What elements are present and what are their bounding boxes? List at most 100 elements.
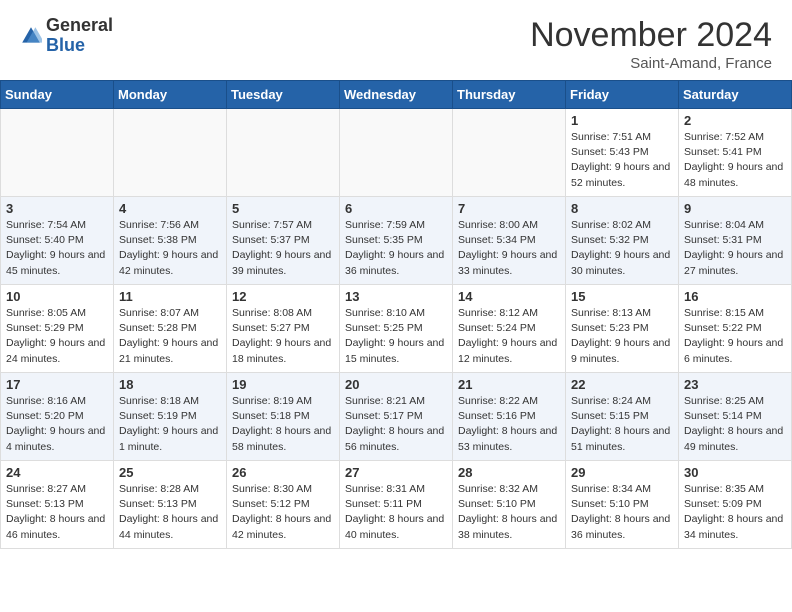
location-subtitle: Saint-Amand, France — [530, 55, 772, 72]
day-info: Sunrise: 8:21 AMSunset: 5:17 PMDaylight:… — [345, 394, 447, 455]
day-number: 28 — [458, 465, 560, 480]
day-number: 21 — [458, 377, 560, 392]
table-row: 22 Sunrise: 8:24 AMSunset: 5:15 PMDayligh… — [566, 373, 679, 461]
table-row: 10 Sunrise: 8:05 AMSunset: 5:29 PMDayligh… — [1, 285, 114, 373]
day-number: 16 — [684, 289, 786, 304]
day-number: 10 — [6, 289, 108, 304]
day-number: 3 — [6, 201, 108, 216]
table-row: 30 Sunrise: 8:35 AMSunset: 5:09 PMDayligh… — [679, 461, 792, 549]
day-info: Sunrise: 8:27 AMSunset: 5:13 PMDaylight:… — [6, 482, 108, 543]
calendar-week-row: 1 Sunrise: 7:51 AMSunset: 5:43 PMDaylight… — [1, 109, 792, 197]
day-number: 22 — [571, 377, 673, 392]
header-monday: Monday — [114, 81, 227, 109]
table-row: 8Sunrise: 8:02 AMSunset: 5:32 PMDaylight… — [566, 197, 679, 285]
table-row: 29Sunrise: 8:34 AMSunset: 5:10 PMDayligh… — [566, 461, 679, 549]
table-row: 1 Sunrise: 7:51 AMSunset: 5:43 PMDaylight… — [566, 109, 679, 197]
table-row: 25Sunrise: 8:28 AMSunset: 5:13 PMDayligh… — [114, 461, 227, 549]
logo-general-text: General — [46, 15, 113, 35]
logo: General Blue — [20, 16, 113, 56]
day-info: Sunrise: 8:30 AMSunset: 5:12 PMDaylight:… — [232, 482, 334, 543]
day-info: Sunrise: 8:00 AMSunset: 5:34 PMDaylight:… — [458, 218, 560, 279]
day-number: 25 — [119, 465, 221, 480]
table-row — [227, 109, 340, 197]
day-info: Sunrise: 8:13 AMSunset: 5:23 PMDaylight:… — [571, 306, 673, 367]
day-number: 15 — [571, 289, 673, 304]
month-title: November 2024 — [530, 16, 772, 55]
day-number: 13 — [345, 289, 447, 304]
calendar-week-row: 24 Sunrise: 8:27 AMSunset: 5:13 PMDayligh… — [1, 461, 792, 549]
day-info: Sunrise: 8:32 AMSunset: 5:10 PMDaylight:… — [458, 482, 560, 543]
day-info: Sunrise: 8:31 AMSunset: 5:11 PMDaylight:… — [345, 482, 447, 543]
day-info: Sunrise: 7:52 AMSunset: 5:41 PMDaylight:… — [684, 130, 786, 191]
day-info: Sunrise: 8:15 AMSunset: 5:22 PMDaylight:… — [684, 306, 786, 367]
table-row — [114, 109, 227, 197]
day-number: 14 — [458, 289, 560, 304]
table-row: 17Sunrise: 8:16 AMSunset: 5:20 PMDayligh… — [1, 373, 114, 461]
table-row: 18 Sunrise: 8:18 AMSunset: 5:19 PMDayligh… — [114, 373, 227, 461]
table-row: 2 Sunrise: 7:52 AMSunset: 5:41 PMDaylight… — [679, 109, 792, 197]
table-row: 28 Sunrise: 8:32 AMSunset: 5:10 PMDayligh… — [453, 461, 566, 549]
table-row — [340, 109, 453, 197]
day-number: 17 — [6, 377, 108, 392]
day-number: 27 — [345, 465, 447, 480]
header-wednesday: Wednesday — [340, 81, 453, 109]
day-info: Sunrise: 8:34 AMSunset: 5:10 PMDaylight:… — [571, 482, 673, 543]
day-info: Sunrise: 8:22 AMSunset: 5:16 PMDaylight:… — [458, 394, 560, 455]
header-tuesday: Tuesday — [227, 81, 340, 109]
day-info: Sunrise: 8:10 AMSunset: 5:25 PMDaylight:… — [345, 306, 447, 367]
day-info: Sunrise: 8:25 AMSunset: 5:14 PMDaylight:… — [684, 394, 786, 455]
title-section: November 2024 Saint-Amand, France — [530, 16, 772, 72]
header-friday: Friday — [566, 81, 679, 109]
header-thursday: Thursday — [453, 81, 566, 109]
day-info: Sunrise: 7:51 AMSunset: 5:43 PMDaylight:… — [571, 130, 673, 191]
table-row: 21 Sunrise: 8:22 AMSunset: 5:16 PMDayligh… — [453, 373, 566, 461]
day-number: 2 — [684, 113, 786, 128]
header-saturday: Saturday — [679, 81, 792, 109]
table-row: 5 Sunrise: 7:57 AMSunset: 5:37 PMDaylight… — [227, 197, 340, 285]
table-row: 19Sunrise: 8:19 AMSunset: 5:18 PMDayligh… — [227, 373, 340, 461]
table-row: 16 Sunrise: 8:15 AMSunset: 5:22 PMDayligh… — [679, 285, 792, 373]
day-number: 12 — [232, 289, 334, 304]
table-row: 3Sunrise: 7:54 AMSunset: 5:40 PMDaylight… — [1, 197, 114, 285]
table-row: 27 Sunrise: 8:31 AMSunset: 5:11 PMDayligh… — [340, 461, 453, 549]
logo-blue-text: Blue — [46, 35, 85, 55]
table-row: 4Sunrise: 7:56 AMSunset: 5:38 PMDaylight… — [114, 197, 227, 285]
day-info: Sunrise: 8:35 AMSunset: 5:09 PMDaylight:… — [684, 482, 786, 543]
day-info: Sunrise: 8:12 AMSunset: 5:24 PMDaylight:… — [458, 306, 560, 367]
table-row — [1, 109, 114, 197]
day-number: 5 — [232, 201, 334, 216]
day-number: 11 — [119, 289, 221, 304]
day-info: Sunrise: 8:24 AMSunset: 5:15 PMDaylight:… — [571, 394, 673, 455]
table-row: 6 Sunrise: 7:59 AMSunset: 5:35 PMDaylight… — [340, 197, 453, 285]
day-number: 7 — [458, 201, 560, 216]
day-info: Sunrise: 8:02 AMSunset: 5:32 PMDaylight:… — [571, 218, 673, 279]
day-number: 1 — [571, 113, 673, 128]
day-info: Sunrise: 8:18 AMSunset: 5:19 PMDaylight:… — [119, 394, 221, 455]
calendar-header-row: Sunday Monday Tuesday Wednesday Thursday… — [1, 81, 792, 109]
day-number: 4 — [119, 201, 221, 216]
table-row: 12 Sunrise: 8:08 AMSunset: 5:27 PMDayligh… — [227, 285, 340, 373]
day-number: 6 — [345, 201, 447, 216]
table-row: 26 Sunrise: 8:30 AMSunset: 5:12 PMDayligh… — [227, 461, 340, 549]
calendar-week-row: 17Sunrise: 8:16 AMSunset: 5:20 PMDayligh… — [1, 373, 792, 461]
day-info: Sunrise: 8:08 AMSunset: 5:27 PMDaylight:… — [232, 306, 334, 367]
day-number: 26 — [232, 465, 334, 480]
page-header: General Blue November 2024 Saint-Amand, … — [0, 0, 792, 80]
day-info: Sunrise: 8:07 AMSunset: 5:28 PMDaylight:… — [119, 306, 221, 367]
day-info: Sunrise: 8:04 AMSunset: 5:31 PMDaylight:… — [684, 218, 786, 279]
day-number: 9 — [684, 201, 786, 216]
table-row: 9 Sunrise: 8:04 AMSunset: 5:31 PMDaylight… — [679, 197, 792, 285]
day-info: Sunrise: 7:57 AMSunset: 5:37 PMDaylight:… — [232, 218, 334, 279]
day-number: 18 — [119, 377, 221, 392]
day-number: 23 — [684, 377, 786, 392]
day-info: Sunrise: 8:05 AMSunset: 5:29 PMDaylight:… — [6, 306, 108, 367]
calendar-week-row: 10 Sunrise: 8:05 AMSunset: 5:29 PMDayligh… — [1, 285, 792, 373]
table-row: 15 Sunrise: 8:13 AMSunset: 5:23 PMDayligh… — [566, 285, 679, 373]
day-number: 24 — [6, 465, 108, 480]
day-info: Sunrise: 7:59 AMSunset: 5:35 PMDaylight:… — [345, 218, 447, 279]
table-row: 14 Sunrise: 8:12 AMSunset: 5:24 PMDayligh… — [453, 285, 566, 373]
day-number: 30 — [684, 465, 786, 480]
table-row — [453, 109, 566, 197]
calendar-table: Sunday Monday Tuesday Wednesday Thursday… — [0, 80, 792, 549]
header-sunday: Sunday — [1, 81, 114, 109]
